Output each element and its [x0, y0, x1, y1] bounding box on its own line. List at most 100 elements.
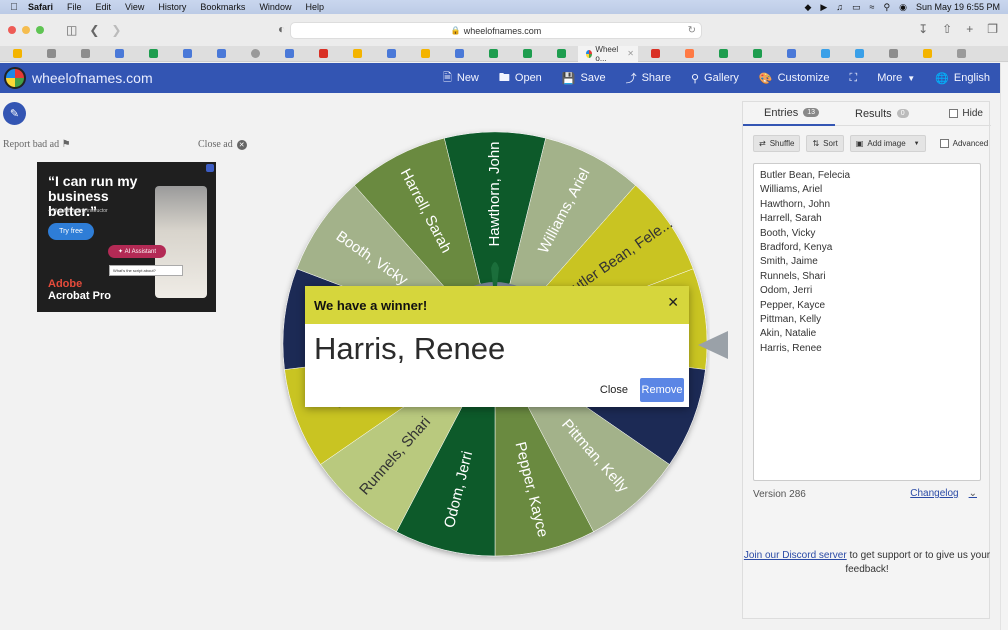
- menu-view[interactable]: View: [118, 2, 151, 12]
- tab-results[interactable]: Results 0: [835, 102, 909, 126]
- page-scrollbar[interactable]: [1000, 63, 1008, 630]
- tab-favicon[interactable]: [272, 49, 306, 58]
- tab-favicon[interactable]: [808, 49, 842, 58]
- tab-favicon[interactable]: [944, 49, 978, 58]
- close-window-button[interactable]: [8, 26, 16, 34]
- chevron-down-icon[interactable]: ⌄: [969, 488, 977, 499]
- privacy-shield-icon[interactable]: ◐: [272, 22, 291, 36]
- tab-overview-icon[interactable]: ❐: [987, 22, 998, 36]
- tab-wheel-of-names[interactable]: Wheel o... ✕: [578, 45, 638, 63]
- advanced-toggle[interactable]: Advanced: [939, 139, 988, 148]
- site-nav: 🗎 New 🖿 Open 💾 Save ⤴ Share ⚲ Gallery 🎨 Custom…: [433, 63, 1000, 93]
- wheel-favicon-icon: [586, 49, 593, 58]
- downloads-icon[interactable]: ↧: [918, 22, 928, 36]
- tab-favicon[interactable]: [842, 49, 876, 58]
- address-bar[interactable]: 🔒 wheelofnames.com ↻: [290, 22, 702, 39]
- menu-bookmarks[interactable]: Bookmarks: [193, 2, 252, 12]
- tab-favicon[interactable]: [672, 49, 706, 58]
- shuffle-icon: ⇄: [759, 139, 766, 148]
- menu-app[interactable]: Safari: [28, 2, 60, 12]
- battery-icon[interactable]: ▭: [852, 2, 861, 13]
- play-icon[interactable]: ▶: [820, 2, 827, 13]
- tab-favicon[interactable]: [544, 49, 578, 58]
- menu-help[interactable]: Help: [298, 2, 331, 12]
- new-button[interactable]: 🗎 New: [433, 63, 489, 93]
- volume-icon[interactable]: ♫: [836, 2, 843, 12]
- ad-try-free-button[interactable]: Try free: [48, 223, 94, 240]
- search-icon[interactable]: ⚲: [884, 2, 891, 13]
- back-icon[interactable]: ❮: [83, 23, 105, 37]
- tab-favicon[interactable]: [340, 49, 374, 58]
- menubar-clock[interactable]: Sun May 19 6:55 PM: [916, 2, 1000, 12]
- save-button[interactable]: 💾 Save: [552, 63, 616, 93]
- tab-favicon[interactable]: [706, 49, 740, 58]
- edit-wheel-button[interactable]: ✎: [3, 102, 26, 125]
- entry-line: Booth, Vicky: [760, 227, 816, 239]
- close-tab-icon[interactable]: ✕: [627, 49, 634, 58]
- tab-favicon[interactable]: [638, 49, 672, 58]
- tab-favicon[interactable]: [374, 49, 408, 58]
- advanced-checkbox[interactable]: [939, 139, 949, 148]
- version-label: Version 286: [753, 489, 806, 500]
- hide-checkbox[interactable]: [949, 109, 959, 118]
- new-tab-icon[interactable]: +: [966, 22, 973, 36]
- tab-favicon[interactable]: [476, 49, 510, 58]
- tab-entries[interactable]: Entries 13: [743, 102, 835, 126]
- menu-file[interactable]: File: [60, 2, 89, 12]
- remove-button[interactable]: Remove: [640, 378, 684, 402]
- minimize-window-button[interactable]: [22, 26, 30, 34]
- entries-textarea[interactable]: Butler Bean, Felecia Williams, Ariel Haw…: [753, 163, 981, 481]
- advertisement[interactable]: “I can run my business better.” —Victori…: [37, 162, 216, 312]
- changelog-link[interactable]: Changelog ⌄: [910, 488, 977, 499]
- wifi-icon[interactable]: ≈: [870, 2, 875, 12]
- control-center-icon[interactable]: ◉: [899, 2, 907, 13]
- tab-favicon[interactable]: [740, 49, 774, 58]
- open-button[interactable]: 🖿 Open: [489, 63, 552, 93]
- ad-choices-icon[interactable]: [206, 164, 214, 172]
- close-ad-link[interactable]: Close ad ✕: [198, 139, 247, 150]
- close-button[interactable]: Close: [598, 380, 630, 400]
- entries-tab-label: Entries: [764, 106, 799, 119]
- hide-label: Hide: [962, 108, 983, 119]
- tab-favicon[interactable]: [510, 49, 544, 58]
- forward-icon[interactable]: ❯: [105, 23, 127, 37]
- menu-history[interactable]: History: [151, 2, 193, 12]
- tab-favicon[interactable]: [910, 49, 944, 58]
- add-image-button[interactable]: ▣ Add image ▼: [849, 135, 926, 152]
- reload-icon[interactable]: ↻: [688, 25, 696, 36]
- tab-favicon[interactable]: [102, 49, 136, 58]
- zoom-window-button[interactable]: [36, 26, 44, 34]
- close-icon[interactable]: ✕: [667, 294, 679, 311]
- tab-favicon[interactable]: [204, 49, 238, 58]
- tab-favicon[interactable]: [774, 49, 808, 58]
- more-button[interactable]: More ▼: [867, 63, 925, 93]
- tab-favicon[interactable]: [34, 49, 68, 58]
- share-icon[interactable]: ⇧: [942, 22, 952, 36]
- tab-favicon[interactable]: [876, 49, 910, 58]
- site-title[interactable]: wheelofnames.com: [32, 70, 153, 86]
- gallery-button[interactable]: ⚲ Gallery: [681, 63, 749, 93]
- discord-link[interactable]: Join our Discord server: [744, 550, 847, 561]
- hide-toggle[interactable]: Hide: [949, 108, 983, 119]
- share-button[interactable]: ⤴ Share: [616, 63, 681, 93]
- sort-button[interactable]: ⇅ Sort: [806, 135, 844, 152]
- report-ad-link[interactable]: Report bad ad ⚑: [3, 139, 71, 150]
- tab-favicon[interactable]: [238, 49, 272, 58]
- tab-favicon[interactable]: [0, 49, 34, 58]
- tab-favicon[interactable]: [136, 49, 170, 58]
- tab-favicon[interactable]: [68, 49, 102, 58]
- wheel-logo-icon[interactable]: [4, 67, 26, 89]
- shuffle-button[interactable]: ⇄ Shuffle: [753, 135, 801, 152]
- tab-favicon[interactable]: [306, 49, 340, 58]
- language-button[interactable]: 🌐 English: [925, 63, 1000, 93]
- tab-favicon[interactable]: [170, 49, 204, 58]
- menu-window[interactable]: Window: [252, 2, 298, 12]
- vpn-icon[interactable]: ◆: [804, 2, 811, 13]
- tab-favicon[interactable]: [442, 49, 476, 58]
- fullscreen-button[interactable]: ⛶: [840, 63, 868, 93]
- sidebar-icon[interactable]: ◫: [60, 23, 83, 37]
- tab-favicon[interactable]: [408, 49, 442, 58]
- menu-edit[interactable]: Edit: [89, 2, 119, 12]
- customize-button[interactable]: 🎨 Customize: [749, 63, 840, 93]
- apple-icon[interactable]: : [0, 2, 28, 13]
